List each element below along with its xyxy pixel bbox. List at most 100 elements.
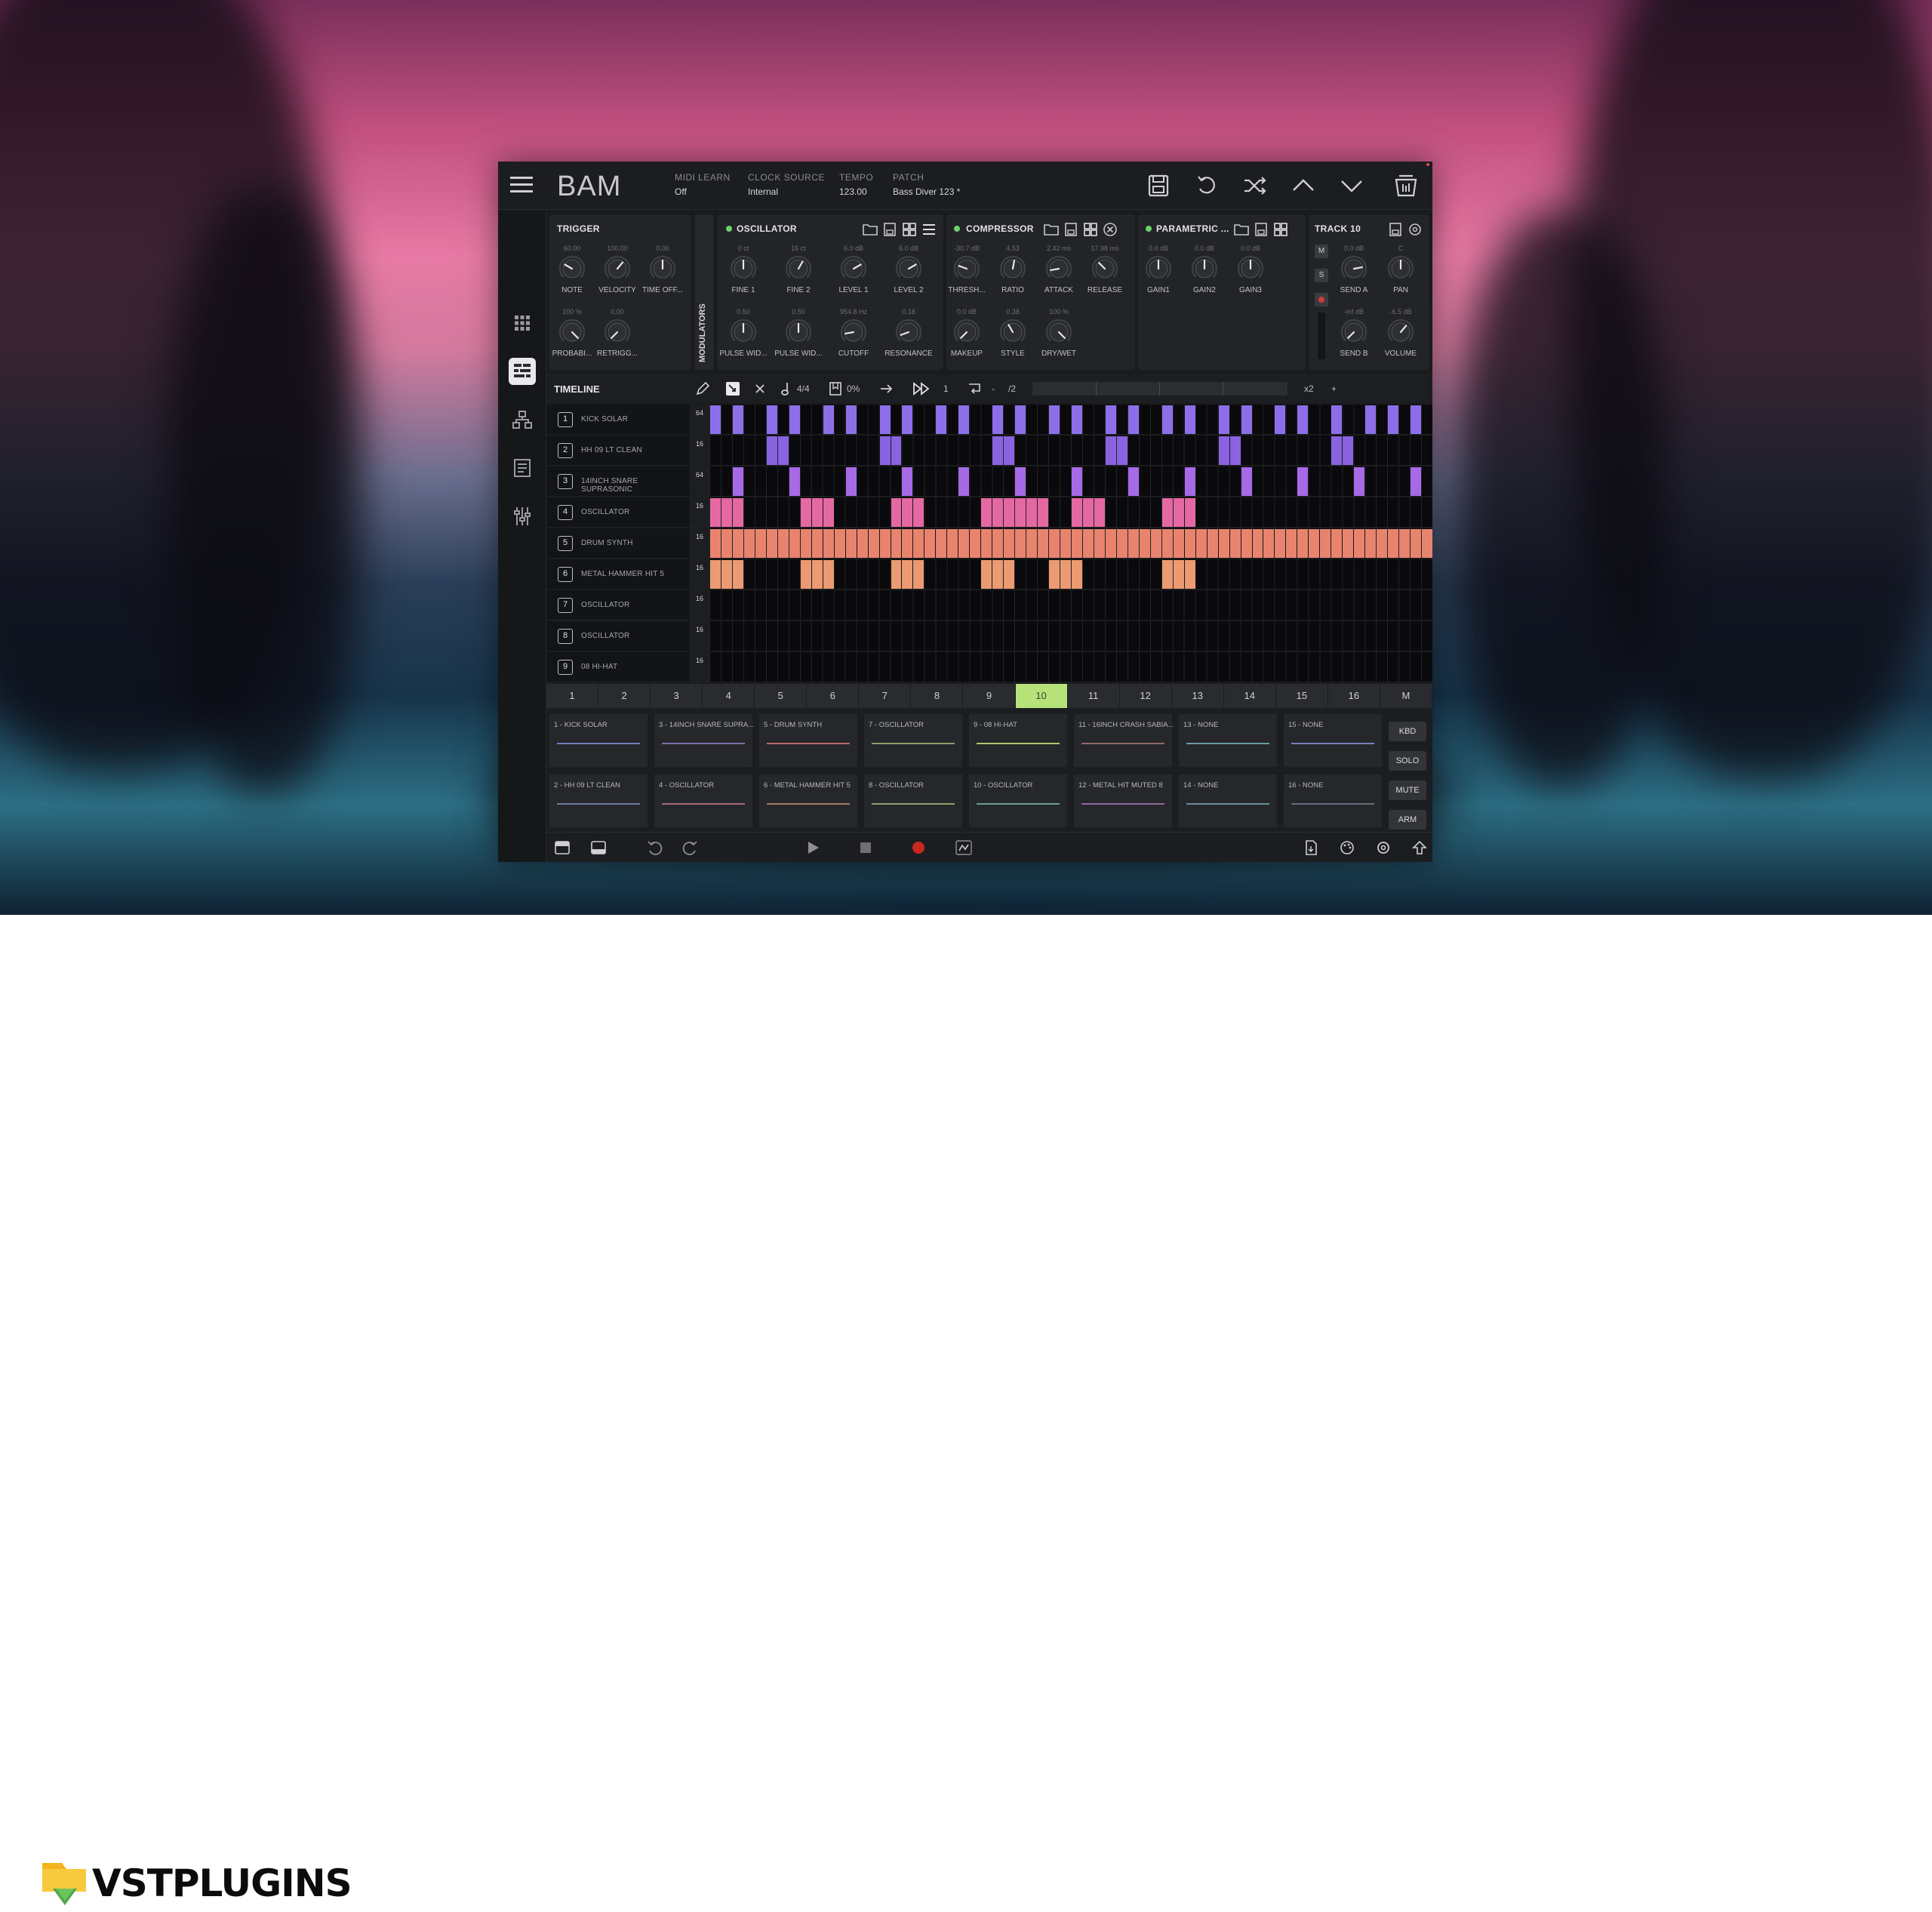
step-cell[interactable] [902, 529, 913, 558]
play-icon[interactable] [803, 839, 823, 857]
step-cell[interactable] [1218, 405, 1229, 434]
step-cell[interactable] [1195, 529, 1207, 558]
step-cell[interactable] [1082, 498, 1094, 527]
track-length[interactable]: 16 [690, 528, 709, 559]
step-cell[interactable] [1082, 529, 1094, 558]
step-cell[interactable] [1422, 529, 1432, 558]
drum-pad[interactable]: 1 - KICK SOLAR [549, 714, 648, 767]
pad-mode-arm-button[interactable]: ARM [1389, 810, 1426, 830]
knob-dial[interactable] [1386, 317, 1416, 347]
sidebar-pads-view[interactable] [509, 309, 536, 337]
knob-dial[interactable] [648, 254, 678, 284]
step-cell[interactable] [766, 405, 777, 434]
step-cell[interactable] [1184, 405, 1195, 434]
step-cell[interactable] [1038, 498, 1049, 527]
track-step-grid[interactable] [709, 466, 1432, 497]
step-cell[interactable] [1105, 529, 1116, 558]
pad-mode-solo-button[interactable]: SOLO [1389, 751, 1426, 771]
step-cell[interactable] [1072, 560, 1082, 589]
track-number[interactable]: 5 [558, 536, 573, 551]
step-cell[interactable] [1015, 467, 1026, 496]
fast-forward-icon[interactable] [912, 380, 931, 397]
track-length[interactable]: 16 [690, 497, 709, 528]
knob-dial[interactable] [602, 254, 632, 284]
drum-pad[interactable]: 3 - 14INCH SNARE SUPRA... [654, 714, 754, 767]
loop-length[interactable]: /2 [1008, 380, 1016, 397]
track-step-grid[interactable] [709, 497, 1432, 528]
oscillator-knob-5[interactable]: 0.50 PULSE WID... [768, 308, 829, 358]
zoom-level[interactable]: x2 [1304, 380, 1314, 397]
step-cell[interactable] [936, 405, 947, 434]
drum-pad[interactable]: 4 - OSCILLATOR [654, 774, 752, 827]
save-preset-icon[interactable] [1063, 222, 1079, 237]
step-cell[interactable] [992, 498, 1004, 527]
knob-dial[interactable] [952, 254, 982, 284]
step-cell[interactable] [823, 560, 834, 589]
track-length[interactable]: 16 [690, 621, 709, 651]
step-cell[interactable] [1184, 529, 1195, 558]
step-cell[interactable] [732, 560, 743, 589]
step-cell[interactable] [823, 498, 834, 527]
track-row[interactable]: 8 OSCILLATOR 16 [546, 621, 1432, 651]
compressor-enabled-led[interactable] [954, 226, 960, 232]
step-cell[interactable] [1060, 560, 1071, 589]
track-label[interactable]: 2 HH 09 LT CLEAN [546, 436, 690, 466]
step-cell[interactable] [800, 560, 811, 589]
knob-dial[interactable] [1189, 254, 1220, 284]
step-cell[interactable] [1365, 529, 1377, 558]
clear-icon[interactable] [752, 380, 768, 397]
step-cell[interactable] [1015, 405, 1026, 434]
track-step-grid[interactable] [709, 652, 1432, 682]
parametric-enabled-led[interactable] [1146, 226, 1152, 232]
tempo-control[interactable]: TEMPO 123.00 [839, 172, 873, 197]
save-preset-icon[interactable] [1253, 222, 1269, 237]
step-cell[interactable] [1252, 529, 1263, 558]
step-cell[interactable] [868, 529, 879, 558]
step-cell[interactable] [811, 498, 823, 527]
track-label[interactable]: 7 OSCILLATOR [546, 590, 690, 620]
step-cell[interactable] [1116, 436, 1128, 465]
step-cell[interactable] [1286, 529, 1297, 558]
step-cell[interactable] [755, 529, 766, 558]
step-cell[interactable] [1015, 498, 1026, 527]
knob-dial[interactable] [1339, 254, 1369, 284]
list-view-icon[interactable] [921, 222, 937, 237]
step-cell[interactable] [1297, 467, 1309, 496]
step-marker[interactable]: 6 [807, 684, 860, 708]
palette-icon[interactable] [1337, 839, 1357, 857]
step-cell[interactable] [958, 467, 970, 496]
track-knob-3[interactable]: -6.5 dB VOLUME [1371, 308, 1431, 358]
drum-pad[interactable]: 8 - OSCILLATOR [864, 774, 962, 827]
step-cell[interactable] [981, 498, 992, 527]
direction-icon[interactable] [878, 380, 895, 397]
knob-dial[interactable] [952, 317, 982, 347]
track-label[interactable]: 8 OSCILLATOR [546, 621, 690, 651]
save-icon[interactable] [1144, 172, 1173, 199]
oscillator-enabled-led[interactable] [726, 226, 732, 232]
knob-dial[interactable] [1143, 254, 1174, 284]
track-arm-button[interactable] [1315, 293, 1328, 306]
close-device-icon[interactable] [1102, 222, 1118, 237]
track-label[interactable]: 5 DRUM SYNTH [546, 528, 690, 559]
track-number[interactable]: 4 [558, 505, 573, 520]
step-cell[interactable] [1026, 529, 1038, 558]
step-cell[interactable] [1105, 436, 1116, 465]
step-cell[interactable] [913, 560, 924, 589]
step-cell[interactable] [1229, 529, 1241, 558]
track-step-grid[interactable] [709, 590, 1432, 620]
drum-pad[interactable]: 16 - NONE [1284, 774, 1382, 827]
grid-view-icon[interactable] [1272, 222, 1289, 237]
step-cell[interactable] [1297, 529, 1309, 558]
step-cell[interactable] [981, 560, 992, 589]
step-cell[interactable] [1218, 436, 1229, 465]
pencil-icon[interactable] [694, 380, 711, 397]
step-cell[interactable] [1072, 498, 1082, 527]
step-cell[interactable] [970, 529, 981, 558]
step-cell[interactable] [721, 498, 732, 527]
step-cell[interactable] [710, 560, 721, 589]
knob-dial[interactable] [602, 317, 632, 347]
step-cell[interactable] [1026, 498, 1038, 527]
step-marker[interactable]: 16 [1328, 684, 1380, 708]
step-cell[interactable] [1094, 529, 1105, 558]
track-knob-1[interactable]: C PAN [1371, 245, 1431, 294]
